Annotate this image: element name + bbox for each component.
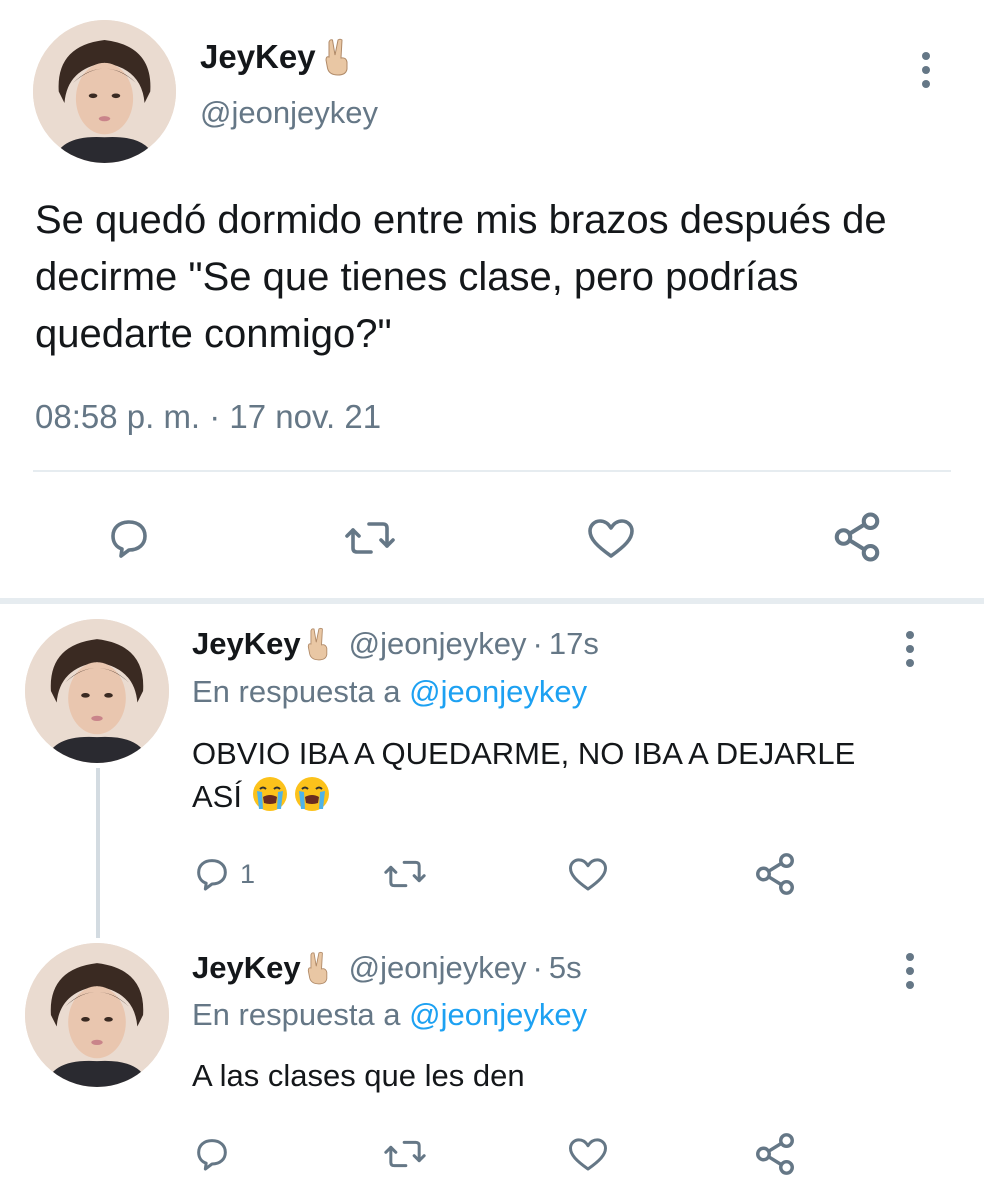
display-name[interactable]: JeyKey <box>200 38 358 76</box>
share-button[interactable] <box>830 510 884 564</box>
heart-icon <box>569 858 607 891</box>
thread-line <box>96 768 100 938</box>
reply-header: JeyKey @jeonjeykey · 5s <box>192 950 582 986</box>
section-divider <box>0 598 984 604</box>
main-tweet: JeyKey @jeonjeykey Se quedó dormido entr… <box>0 0 984 598</box>
retweet-button[interactable] <box>382 1134 428 1174</box>
divider <box>33 470 951 472</box>
share-icon <box>756 1133 794 1175</box>
avatar[interactable] <box>25 943 169 1087</box>
share-button[interactable] <box>752 851 798 897</box>
reply-header: JeyKey @jeonjeykey · 17s <box>192 626 599 662</box>
more-vertical-icon[interactable] <box>921 52 931 88</box>
display-name[interactable]: JeyKey <box>192 626 301 662</box>
share-icon <box>756 853 794 895</box>
reply-to: En respuesta a @jeonjeykey <box>192 997 587 1033</box>
like-button[interactable] <box>566 854 610 894</box>
victory-hand-emoji <box>320 38 354 76</box>
reply-text-block: OBVIO IBA A QUEDARME, NO IBA A DEJARLE A… <box>192 732 872 818</box>
handle[interactable]: @jeonjeykey <box>349 626 527 662</box>
reply-to: En respuesta a @jeonjeykey <box>192 674 587 710</box>
reply-button[interactable] <box>192 1134 240 1174</box>
reply-count: 1 <box>240 858 256 889</box>
heart-icon <box>588 519 634 558</box>
separator: · <box>532 626 543 661</box>
comment-icon <box>111 520 147 558</box>
reply-text: OBVIO IBA A QUEDARME, NO IBA A DEJARLE A… <box>192 736 856 814</box>
like-button[interactable] <box>566 1134 610 1174</box>
handle[interactable]: @jeonjeykey <box>200 95 378 131</box>
share-button[interactable] <box>752 1131 798 1177</box>
retweet-icon <box>345 522 395 554</box>
like-button[interactable] <box>585 514 637 562</box>
reply-text: A las clases que les den <box>192 1058 525 1093</box>
reply-time[interactable]: 17s <box>549 626 599 662</box>
separator: · <box>532 950 543 985</box>
more-vertical-icon[interactable] <box>905 953 915 989</box>
more-vertical-icon[interactable] <box>905 631 915 667</box>
share-icon <box>834 512 880 562</box>
reply-to-prefix: En respuesta a <box>192 997 401 1032</box>
tweet-timestamp[interactable]: 08:58 p. m. · 17 nov. 21 <box>35 398 381 436</box>
retweet-icon <box>384 1140 426 1168</box>
reply-mention[interactable]: @jeonjeykey <box>409 997 587 1032</box>
reply-to-prefix: En respuesta a <box>192 674 401 709</box>
retweet-icon <box>384 860 426 888</box>
victory-hand-emoji <box>303 951 333 985</box>
reply-button[interactable]: 1 <box>192 854 255 894</box>
reply-button[interactable] <box>105 514 153 562</box>
victory-hand-emoji <box>303 627 333 661</box>
comment-icon <box>197 1139 227 1171</box>
avatar-photo <box>25 619 169 763</box>
loudly-crying-face-emoji <box>251 775 289 813</box>
retweet-button[interactable] <box>382 854 428 894</box>
loudly-crying-face-emoji <box>293 775 331 813</box>
avatar[interactable] <box>25 619 169 763</box>
comment-icon <box>197 859 227 891</box>
tweet-text: Se quedó dormido entre mis brazos despué… <box>35 198 887 356</box>
display-name[interactable]: JeyKey <box>192 950 301 986</box>
avatar-photo <box>25 943 169 1087</box>
reply-mention[interactable]: @jeonjeykey <box>409 674 587 709</box>
reply-time[interactable]: 5s <box>549 950 582 986</box>
avatar[interactable] <box>33 20 176 163</box>
avatar-photo <box>33 20 176 163</box>
retweet-button[interactable] <box>343 514 397 562</box>
handle[interactable]: @jeonjeykey <box>349 950 527 986</box>
heart-icon <box>569 1138 607 1171</box>
display-name-text: JeyKey <box>200 38 316 75</box>
